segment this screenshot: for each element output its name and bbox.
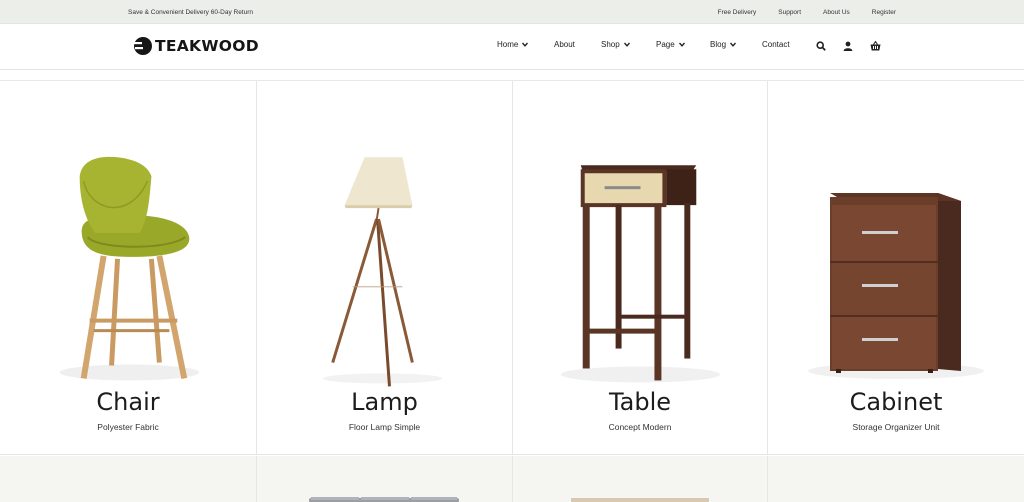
nav-home-label: Home	[497, 40, 519, 49]
table-image[interactable]	[513, 456, 768, 502]
nav-blog-label: Blog	[710, 40, 727, 49]
nav-contact[interactable]: Contact	[762, 40, 790, 49]
product-subtitle: Floor Lamp Simple	[348, 422, 421, 432]
product-subtitle: Storage Organizer Unit	[852, 422, 940, 432]
user-icon[interactable]	[842, 40, 854, 52]
top-link-register[interactable]: Register	[872, 9, 896, 16]
product-name[interactable]: Cabinet	[768, 388, 1024, 416]
side-table-image[interactable]	[513, 81, 767, 391]
nav-contact-label: Contact	[762, 40, 790, 49]
product-card-chair[interactable]: Chair Polyester Fabric	[0, 81, 257, 455]
product-grid: Chair Polyester Fabric Lamp Floor Lamp S…	[0, 80, 1024, 502]
product-card-table[interactable]: Table Concept Modern	[513, 81, 768, 455]
nav-home[interactable]: Home	[497, 40, 529, 49]
product-card-row2[interactable]	[0, 456, 257, 502]
product-subtitle: Polyester Fabric	[97, 422, 159, 432]
nav-shop[interactable]: Shop	[601, 40, 630, 49]
product-card-row2[interactable]	[257, 456, 513, 502]
top-links: Free Delivery Support About Us Register	[696, 9, 896, 16]
chevron-down-icon	[522, 42, 529, 47]
top-link-about-us[interactable]: About Us	[823, 9, 850, 16]
nav-page[interactable]: Page	[656, 40, 685, 49]
chevron-down-icon	[678, 42, 685, 47]
nav-about[interactable]: About	[554, 40, 575, 49]
search-icon[interactable]	[815, 40, 827, 52]
cabinet-image[interactable]	[768, 81, 1024, 391]
product-card-row2[interactable]	[768, 456, 1024, 502]
promo-text: Save & Convenient Delivery 60-Day Return	[128, 9, 254, 16]
top-link-free-delivery[interactable]: Free Delivery	[718, 9, 757, 16]
top-promo-bar: Save & Convenient Delivery 60-Day Return…	[0, 0, 1024, 24]
product-card-row2[interactable]	[513, 456, 768, 502]
product-card-cabinet[interactable]: Cabinet Storage Organizer Unit	[768, 81, 1024, 455]
chevron-down-icon	[623, 42, 630, 47]
basket-icon[interactable]	[869, 40, 881, 52]
nav-shop-label: Shop	[601, 40, 620, 49]
product-name[interactable]: Chair	[0, 388, 256, 416]
product-subtitle: Concept Modern	[608, 422, 672, 432]
product-name[interactable]: Lamp	[257, 388, 512, 416]
nav-about-label: About	[554, 40, 575, 49]
main-nav: Home About Shop Page Blog Contact	[0, 40, 1024, 54]
top-link-support[interactable]: Support	[778, 9, 801, 16]
chair-image[interactable]	[0, 81, 256, 391]
product-name[interactable]: Table	[513, 388, 767, 416]
sofa-image[interactable]	[257, 456, 513, 502]
lamp-image[interactable]	[257, 81, 512, 391]
chevron-down-icon	[730, 42, 737, 47]
nav-page-label: Page	[656, 40, 675, 49]
nav-blog[interactable]: Blog	[710, 40, 737, 49]
site-header: TEAKWOOD Home About Shop Page Blog Conta…	[0, 24, 1024, 70]
product-card-lamp[interactable]: Lamp Floor Lamp Simple	[257, 81, 513, 455]
